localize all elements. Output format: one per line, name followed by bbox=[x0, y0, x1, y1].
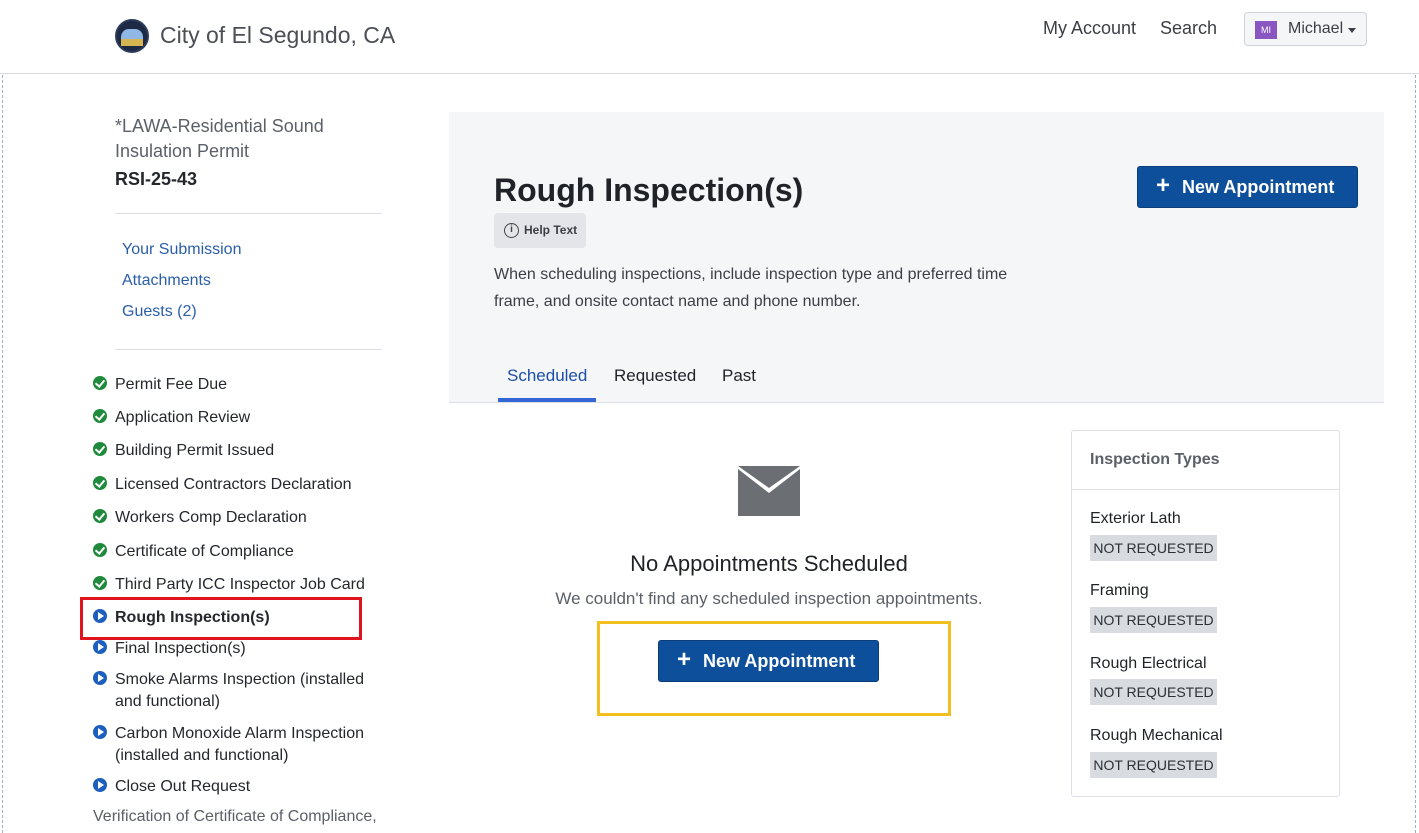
play-circle-icon bbox=[93, 725, 107, 739]
inspection-type-name: Framing bbox=[1090, 582, 1149, 599]
help-text-button[interactable]: i Help Text bbox=[494, 213, 586, 248]
instructions-text: When scheduling inspections, include ins… bbox=[494, 266, 1008, 310]
play-circle-icon bbox=[93, 778, 107, 792]
check-circle-icon bbox=[93, 509, 107, 523]
empty-state-title: No Appointments Scheduled bbox=[630, 551, 908, 576]
inspection-types-card: Inspection Types Exterior Lath NOT REQUE… bbox=[1071, 430, 1340, 797]
envelope-icon bbox=[738, 466, 800, 516]
inspection-header-panel bbox=[449, 112, 1384, 402]
your-submission-link[interactable]: Your Submission bbox=[122, 241, 241, 259]
new-appointment-label: New Appointment bbox=[1182, 177, 1335, 197]
tabs-divider bbox=[449, 402, 1384, 403]
inspection-types-title: Inspection Types bbox=[1090, 451, 1220, 468]
sidebar-divider bbox=[115, 213, 382, 214]
step-label: Close Out Request bbox=[115, 778, 251, 795]
guests-link[interactable]: Guests (2) bbox=[122, 303, 197, 321]
step-label: Application Review bbox=[115, 409, 251, 426]
tab-past[interactable]: Past bbox=[722, 366, 756, 386]
check-circle-icon bbox=[93, 409, 107, 423]
top-header: City of El Segundo, CA My Account Search… bbox=[0, 0, 1419, 74]
play-circle-icon bbox=[93, 640, 107, 654]
city-seal-logo[interactable] bbox=[115, 19, 149, 53]
step-label: Certificate of Compliance bbox=[115, 543, 294, 560]
step-label: Final Inspection(s) bbox=[115, 640, 246, 657]
logo-ground bbox=[121, 39, 143, 46]
my-account-link[interactable]: My Account bbox=[1043, 18, 1136, 39]
check-circle-icon bbox=[93, 576, 107, 590]
search-link[interactable]: Search bbox=[1160, 18, 1217, 39]
page-title: Rough Inspection(s) bbox=[494, 172, 804, 208]
permit-number: RSI-25-43 bbox=[115, 169, 198, 189]
inspection-type-name: Rough Electrical bbox=[1090, 655, 1207, 672]
step-verification-text: Verification of Certificate of Complianc… bbox=[93, 808, 377, 825]
status-badge: NOT REQUESTED bbox=[1090, 607, 1217, 633]
status-badge: NOT REQUESTED bbox=[1090, 535, 1217, 561]
check-circle-icon bbox=[93, 376, 107, 390]
step-label: Permit Fee Due bbox=[115, 376, 228, 393]
status-badge: NOT REQUESTED bbox=[1090, 752, 1217, 778]
frame-border-right bbox=[1415, 0, 1416, 833]
inspection-type-name: Rough Mechanical bbox=[1090, 727, 1223, 744]
permit-type: *LAWA-Residential Sound Insulation Permi… bbox=[115, 116, 324, 161]
plus-icon: + bbox=[1156, 172, 1171, 199]
empty-state-subtitle: We couldn't find any scheduled inspectio… bbox=[555, 589, 983, 608]
step-label: Building Permit Issued bbox=[115, 442, 275, 459]
help-text-label: Help Text bbox=[524, 223, 578, 237]
check-circle-icon bbox=[93, 543, 107, 557]
step-label: Carbon Monoxide Alarm Inspection (instal… bbox=[115, 725, 365, 764]
inspection-type-name: Exterior Lath bbox=[1090, 510, 1181, 527]
step-label: Licensed Contractors Declaration bbox=[115, 476, 352, 493]
sidebar-divider bbox=[115, 349, 382, 350]
step-label: Smoke Alarms Inspection (installed and f… bbox=[115, 671, 364, 710]
info-icon: i bbox=[504, 223, 519, 238]
current-step-highlight bbox=[80, 597, 362, 640]
new-appointment-highlight bbox=[597, 621, 951, 716]
step-label: Workers Comp Declaration bbox=[115, 509, 307, 526]
avatar: MI bbox=[1255, 21, 1277, 39]
user-name: Michael bbox=[1288, 20, 1344, 37]
new-appointment-button[interactable]: + New Appointment bbox=[1137, 166, 1358, 208]
play-circle-icon bbox=[93, 671, 107, 685]
chevron-down-icon bbox=[1348, 28, 1356, 33]
check-circle-icon bbox=[93, 442, 107, 456]
user-menu-button[interactable]: MI Michael bbox=[1244, 12, 1367, 46]
attachments-link[interactable]: Attachments bbox=[122, 272, 211, 290]
tab-scheduled[interactable]: Scheduled bbox=[507, 366, 587, 386]
step-label: Third Party ICC Inspector Job Card bbox=[115, 576, 365, 593]
logo-sky bbox=[121, 29, 143, 39]
status-badge: NOT REQUESTED bbox=[1090, 679, 1217, 705]
inspection-types-header: Inspection Types bbox=[1072, 431, 1339, 490]
site-title[interactable]: City of El Segundo, CA bbox=[160, 22, 395, 49]
tab-requested[interactable]: Requested bbox=[614, 366, 696, 386]
frame-border-left bbox=[2, 0, 3, 833]
check-circle-icon bbox=[93, 476, 107, 490]
